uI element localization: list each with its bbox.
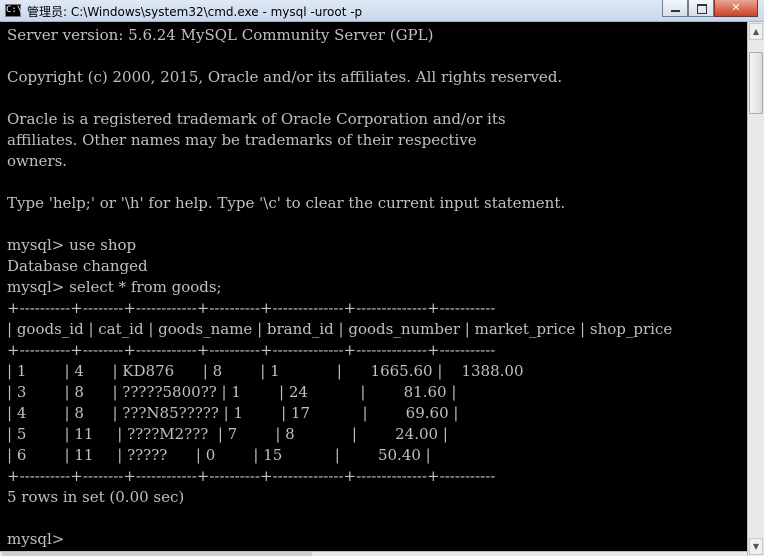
scroll-thumb[interactable]	[749, 52, 763, 114]
vertical-scrollbar[interactable]: ▲ ▼	[747, 22, 764, 556]
console-line: +----------+--------+------------+------…	[7, 299, 496, 317]
console-line: owners.	[7, 152, 68, 170]
console-line: Server version: 5.6.24 MySQL Community S…	[7, 26, 434, 44]
console-line: | 6 | 11 | ????? | 0 | 15 | 50.40 |	[7, 446, 431, 464]
console-line: +----------+--------+------------+------…	[7, 467, 496, 485]
window-controls	[662, 0, 758, 18]
console-line: Database changed	[7, 257, 148, 275]
console-line: mysql>	[7, 530, 65, 548]
console-line: | 1 | 4 | KD876 | 8 | 1 | 1665.60 | 1388…	[7, 362, 524, 380]
console-line: affiliates. Other names may be trademark…	[7, 131, 477, 149]
title-bar[interactable]: C:\ 管理员: C:\Windows\system32\cmd.exe - m…	[0, 0, 764, 22]
scroll-down-icon[interactable]: ▼	[749, 538, 763, 555]
console-line: | goods_id | cat_id | goods_name | brand…	[7, 320, 673, 338]
console-line: Type 'help;' or '\h' for help. Type '\c'…	[7, 194, 566, 212]
console-text: Server version: 5.6.24 MySQL Community S…	[0, 22, 747, 550]
console-line: +----------+--------+------------+------…	[7, 341, 496, 359]
console-line: mysql> use shop	[7, 236, 137, 254]
console-line: | 3 | 8 | ?????5800?? | 1 | 24 | 81.60 |	[7, 383, 457, 401]
minimize-button[interactable]	[662, 0, 688, 17]
scroll-up-icon[interactable]: ▲	[749, 23, 763, 40]
cmd-app-icon: C:\	[5, 4, 23, 17]
console-line: Copyright (c) 2000, 2015, Oracle and/or …	[7, 68, 563, 86]
window-title: 管理员: C:\Windows\system32\cmd.exe - mysql…	[27, 5, 363, 19]
console-output[interactable]: Server version: 5.6.24 MySQL Community S…	[0, 22, 747, 556]
console-line: Oracle is a registered trademark of Orac…	[7, 110, 506, 128]
console-line: mysql> select * from goods;	[7, 278, 222, 296]
console-line: | 5 | 11 | ????M2??? | 7 | 8 | 24.00 |	[7, 425, 448, 443]
close-button[interactable]	[714, 0, 758, 17]
horizontal-scrollbar[interactable]	[0, 551, 747, 556]
horizontal-scroll-thumb[interactable]	[2, 552, 312, 556]
console-line: | 4 | 8 | ???N85????? | 1 | 17 | 69.60 |	[7, 404, 459, 422]
console-line: 5 rows in set (0.00 sec)	[7, 488, 185, 506]
maximize-button[interactable]	[688, 0, 714, 17]
